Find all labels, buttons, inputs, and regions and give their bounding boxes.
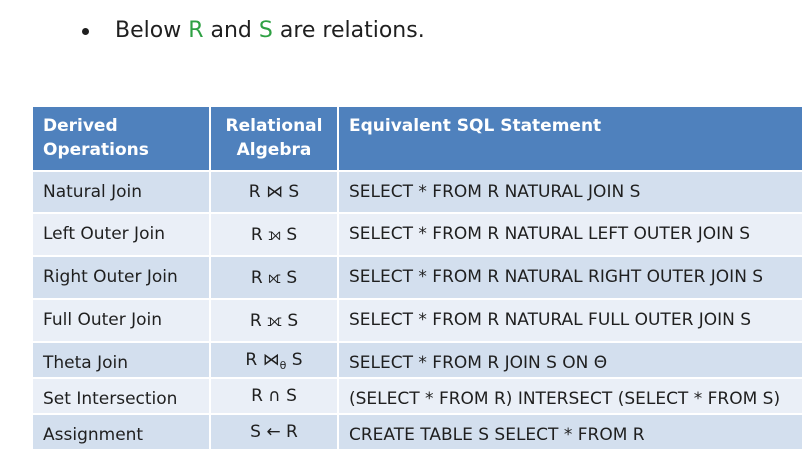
operation-cell: Set Intersection — [31, 377, 211, 415]
sql-cell: CREATE TABLE S SELECT * FROM R — [337, 413, 802, 451]
bullet-middle: and — [203, 17, 259, 43]
relation-r-label: R — [188, 17, 204, 43]
sql-cell: SELECT * FROM R NATURAL RIGHT OUTER JOIN… — [337, 255, 802, 300]
sql-cell: SELECT * FROM R JOIN S ON Θ — [337, 341, 802, 379]
bullet-line: Below R and S are relations. — [82, 14, 425, 46]
table-row: Assignment S ← R CREATE TABLE S SELECT *… — [31, 413, 802, 451]
table-row: Right Outer Join R ⟖ S SELECT * FROM R N… — [31, 255, 802, 300]
algebra-cell: R ⟕ S — [209, 212, 339, 257]
header-derived-operations: Derived Operations — [31, 105, 211, 172]
algebra-cell: R ∩ S — [209, 377, 339, 415]
header-equivalent-sql: Equivalent SQL Statement — [337, 105, 802, 172]
bullet-suffix: are relations. — [272, 17, 425, 43]
table-row: Left Outer Join R ⟕ S SELECT * FROM R NA… — [31, 212, 802, 257]
algebra-cell: R ⟖ S — [209, 255, 339, 300]
operation-cell: Natural Join — [31, 170, 211, 214]
bullet-icon — [82, 27, 89, 35]
sql-cell: SELECT * FROM R NATURAL LEFT OUTER JOIN … — [337, 212, 802, 257]
sql-cell: (SELECT * FROM R) INTERSECT (SELECT * FR… — [337, 377, 802, 415]
operation-cell: Assignment — [31, 413, 211, 451]
algebra-cell: R ⋈ S — [209, 170, 339, 214]
operation-cell: Right Outer Join — [31, 255, 211, 300]
algebra-cell: S ← R — [209, 413, 339, 451]
operation-cell: Left Outer Join — [31, 212, 211, 257]
table-row: Set Intersection R ∩ S (SELECT * FROM R)… — [31, 377, 802, 415]
operation-cell: Full Outer Join — [31, 298, 211, 343]
table-header-row: Derived Operations Relational Algebra Eq… — [31, 105, 802, 172]
table-row: Theta Join R ⋈θ S SELECT * FROM R JOIN S… — [31, 341, 802, 379]
bullet-prefix: Below — [115, 17, 189, 43]
sql-cell: SELECT * FROM R NATURAL FULL OUTER JOIN … — [337, 298, 802, 343]
algebra-cell: R ⟗ S — [209, 298, 339, 343]
table-row: Full Outer Join R ⟗ S SELECT * FROM R NA… — [31, 298, 802, 343]
header-relational-algebra: Relational Algebra — [209, 105, 339, 172]
algebra-theta-join: R ⋈ — [245, 350, 280, 370]
operation-cell: Theta Join — [31, 341, 211, 379]
relation-s-label: S — [258, 17, 273, 43]
algebra-theta-tail: S — [286, 350, 303, 370]
bullet-text: Below R and S are relations. — [115, 18, 425, 43]
table-row: Natural Join R ⋈ S SELECT * FROM R NATUR… — [31, 170, 802, 214]
derived-operations-table: Derived Operations Relational Algebra Eq… — [31, 105, 802, 451]
algebra-cell: R ⋈θ S — [209, 341, 339, 379]
sql-cell: SELECT * FROM R NATURAL JOIN S — [337, 170, 802, 214]
